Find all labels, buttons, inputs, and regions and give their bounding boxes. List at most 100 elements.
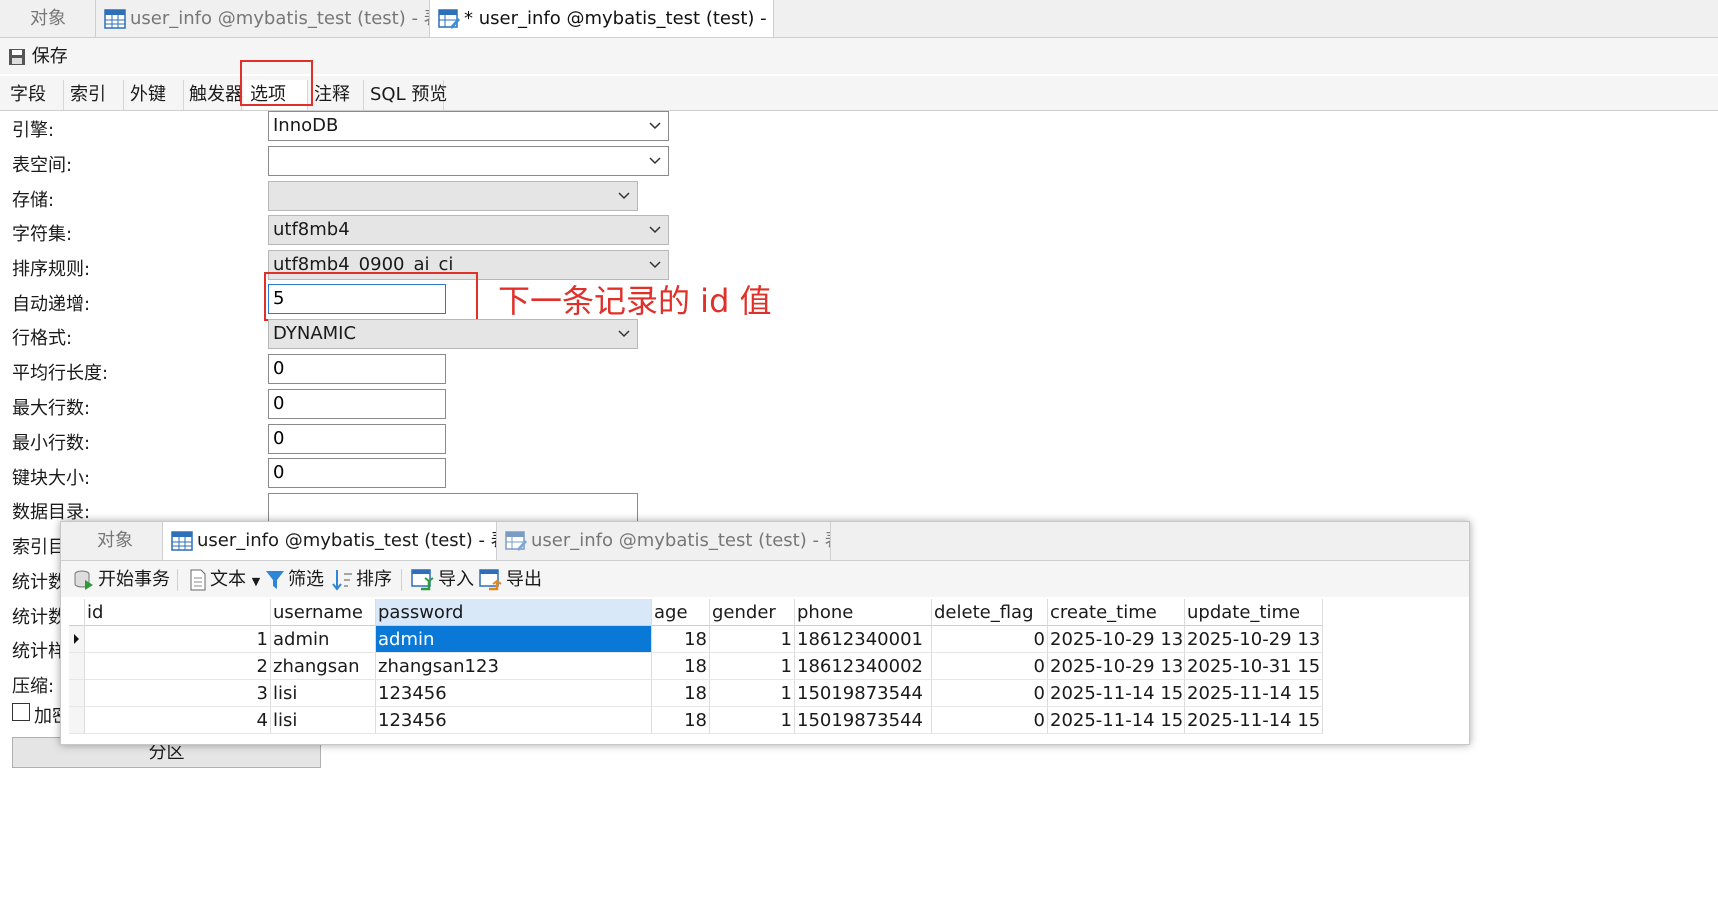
cell-phone[interactable]: 15019873544 (795, 707, 932, 734)
cell-create-time[interactable]: 2025-10-29 13:3 (1048, 653, 1185, 680)
key-block-size-field[interactable] (268, 458, 446, 488)
column-header-age[interactable]: age (652, 599, 710, 626)
cell-delete-flag[interactable]: 0 (932, 626, 1048, 653)
cell-id[interactable]: 1 (85, 626, 271, 653)
column-header-create-time[interactable]: create_time (1048, 599, 1185, 626)
avg-row-length-field[interactable] (268, 354, 446, 384)
begin-transaction-label: 开始事务 (98, 569, 170, 590)
cell-phone[interactable]: 18612340002 (795, 653, 932, 680)
cell-id[interactable]: 2 (85, 653, 271, 680)
cell-phone[interactable]: 15019873544 (795, 680, 932, 707)
min-rows-field[interactable] (268, 424, 446, 454)
import-icon (411, 569, 434, 591)
min-rows-label: 最小行数: (12, 433, 91, 454)
subtab-fields[interactable]: 字段 (4, 80, 64, 110)
cell-delete-flag[interactable]: 0 (932, 653, 1048, 680)
cell-update-time[interactable]: 2025-10-29 13:3 (1185, 626, 1323, 653)
row-indicator[interactable] (69, 707, 85, 734)
export-icon (479, 569, 502, 591)
index-directory-label: 索引目 (12, 537, 66, 558)
cell-create-time[interactable]: 2025-11-14 15:2 (1048, 680, 1185, 707)
subtab-label: 索引 (70, 84, 106, 105)
engine-select[interactable]: InnoDB (268, 111, 669, 141)
cell-create-time[interactable]: 2025-11-14 15:4 (1048, 707, 1185, 734)
cell-username[interactable]: admin (271, 626, 376, 653)
column-header-gender[interactable]: gender (710, 599, 795, 626)
row-indicator[interactable] (69, 680, 85, 707)
chevron-down-icon (618, 330, 630, 338)
avg-row-length-input[interactable] (273, 355, 445, 382)
compression-label: 压缩: (12, 676, 55, 697)
cell-id[interactable]: 4 (85, 707, 271, 734)
import-button[interactable]: 导入 (411, 567, 474, 593)
cell-password[interactable]: 123456 (376, 680, 652, 707)
cell-username[interactable]: lisi (271, 707, 376, 734)
tab-user-info-data[interactable]: user_info @mybatis_test (test) - 表 (96, 0, 430, 37)
min-rows-input[interactable] (273, 425, 445, 452)
sort-button[interactable]: 排序 (331, 567, 392, 593)
export-button[interactable]: 导出 (479, 567, 542, 593)
tab-user-info-design[interactable]: * user_info @mybatis_test (test) - 表 (430, 0, 774, 37)
data-directory-input[interactable] (273, 494, 637, 521)
cell-delete-flag[interactable]: 0 (932, 680, 1048, 707)
cell-update-time[interactable]: 2025-10-31 15:1 (1185, 653, 1323, 680)
max-rows-input[interactable] (273, 390, 445, 417)
stats-sample-label: 统计样 (12, 641, 66, 662)
cell-create-time[interactable]: 2025-10-29 13:3 (1048, 626, 1185, 653)
tablespace-label: 表空间: (12, 155, 73, 176)
column-header-update-time[interactable]: update_time (1185, 599, 1323, 626)
overlay-tab-user-info-design[interactable]: user_info @mybatis_test (test) - 表 (497, 522, 831, 560)
filter-button[interactable]: 筛选 (265, 567, 324, 593)
row-indicator[interactable] (69, 626, 85, 653)
column-header-username[interactable]: username (271, 599, 376, 626)
cell-password[interactable]: 123456 (376, 707, 652, 734)
row-indicator[interactable] (69, 653, 85, 680)
subtab-label: SQL 预览 (370, 84, 448, 105)
storage-select[interactable] (268, 181, 638, 211)
overlay-toolbar: 开始事务 文本 ▼ 筛选 排序 导入 导出 (61, 561, 1469, 597)
cell-gender[interactable]: 1 (710, 653, 795, 680)
overlay-tab-user-info-data[interactable]: user_info @mybatis_test (test) - 表 (163, 522, 497, 560)
subtab-indexes[interactable]: 索引 (64, 80, 124, 110)
subtab-sql-preview[interactable]: SQL 预览 (364, 80, 448, 110)
cell-update-time[interactable]: 2025-11-14 15:2 (1185, 680, 1323, 707)
cell-password-selected[interactable]: admin (376, 626, 652, 653)
cell-phone[interactable]: 18612340001 (795, 626, 932, 653)
save-button[interactable]: 保存 (8, 45, 68, 69)
overlay-tab-objects[interactable]: 对象 (61, 522, 163, 560)
row-format-select[interactable]: DYNAMIC (268, 319, 638, 349)
cell-password[interactable]: zhangsan123 (376, 653, 652, 680)
cell-id[interactable]: 3 (85, 680, 271, 707)
cell-age[interactable]: 18 (652, 680, 710, 707)
data-directory-field[interactable] (268, 493, 638, 523)
cell-age[interactable]: 18 (652, 626, 710, 653)
text-button[interactable]: 文本 ▼ (189, 567, 260, 593)
cell-gender[interactable]: 1 (710, 626, 795, 653)
cell-update-time[interactable]: 2025-11-14 15:4 (1185, 707, 1323, 734)
charset-select[interactable]: utf8mb4 (268, 215, 669, 245)
subtab-foreign-keys[interactable]: 外键 (124, 80, 184, 110)
top-tab-bar: 对象 user_info @mybatis_test (test) - 表 * … (0, 0, 1718, 38)
max-rows-field[interactable] (268, 389, 446, 419)
cell-age[interactable]: 18 (652, 653, 710, 680)
cell-gender[interactable]: 1 (710, 707, 795, 734)
tab-objects[interactable]: 对象 (0, 0, 96, 37)
encryption-checkbox[interactable] (12, 703, 30, 721)
tablespace-select[interactable] (268, 146, 669, 176)
cell-username[interactable]: zhangsan (271, 653, 376, 680)
key-block-size-input[interactable] (273, 459, 445, 486)
cell-delete-flag[interactable]: 0 (932, 707, 1048, 734)
column-header-id[interactable]: id (85, 599, 271, 626)
table-data-window: 对象 user_info @mybatis_test (test) - 表 us… (60, 521, 1470, 745)
cell-gender[interactable]: 1 (710, 680, 795, 707)
cell-username[interactable]: lisi (271, 680, 376, 707)
column-header-delete-flag[interactable]: delete_flag (932, 599, 1048, 626)
begin-transaction-button[interactable]: 开始事务 (73, 567, 170, 593)
toolbar-separator (177, 569, 178, 591)
cell-age[interactable]: 18 (652, 707, 710, 734)
subtab-triggers[interactable]: 触发器 (184, 80, 243, 110)
column-header-password[interactable]: password (376, 599, 652, 626)
sort-icon (332, 570, 352, 591)
column-header-phone[interactable]: phone (795, 599, 932, 626)
subtab-comments[interactable]: 注释 (308, 80, 364, 110)
